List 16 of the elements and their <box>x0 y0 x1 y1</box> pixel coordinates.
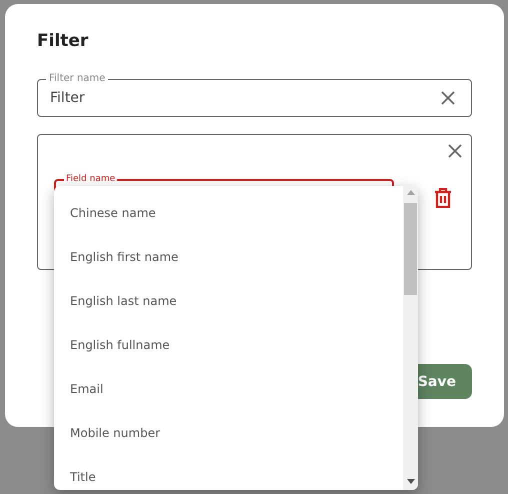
field-label: Field name <box>64 174 118 184</box>
clear-icon[interactable] <box>441 91 455 105</box>
dropdown-option[interactable]: Email <box>54 382 403 426</box>
trash-icon[interactable] <box>434 188 452 208</box>
scroll-down-icon[interactable] <box>406 479 414 484</box>
dropdown-option[interactable]: English first name <box>54 250 403 294</box>
scrollbar[interactable] <box>403 186 418 490</box>
close-icon[interactable] <box>448 144 462 158</box>
dropdown-option[interactable]: Chinese name <box>54 206 403 250</box>
dialog-title: Filter <box>37 31 90 51</box>
dropdown-option[interactable]: English fullname <box>54 338 403 382</box>
field-value: Filter <box>50 90 86 106</box>
dropdown-option[interactable]: Mobile number <box>54 426 403 470</box>
scrollbar-thumb[interactable] <box>404 203 417 295</box>
dropdown-option[interactable]: Title <box>54 470 403 490</box>
dropdown-option[interactable]: English last name <box>54 294 403 338</box>
